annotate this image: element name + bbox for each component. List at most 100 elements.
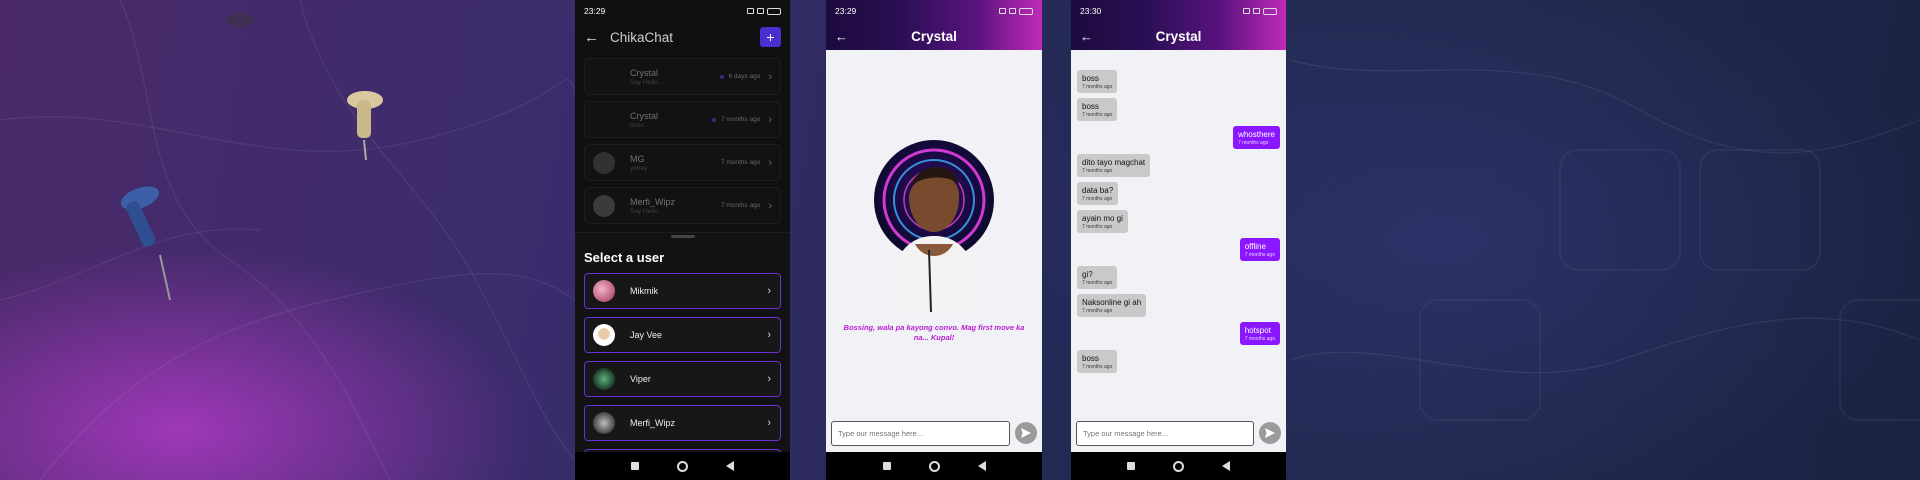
chat-title: Crystal: [911, 28, 957, 44]
message-composer: [1071, 416, 1286, 450]
chevron-right-icon: ›: [767, 285, 771, 297]
back-nav-icon[interactable]: [1222, 461, 1230, 471]
message-time: 7 months ago: [1244, 336, 1275, 342]
status-bar: 23:29: [575, 0, 790, 22]
message-text: Naksonline gi ah: [1082, 298, 1142, 307]
app-title: ChikaChat: [610, 29, 674, 45]
avatar: [593, 412, 615, 434]
status-time: 23:30: [1080, 6, 1102, 16]
status-icons: [747, 7, 781, 15]
system-nav-bar: [826, 452, 1042, 480]
message-text: offline: [1244, 242, 1266, 251]
conversation-name: MG: [630, 153, 645, 164]
signal-icon: [999, 8, 1006, 14]
back-nav-icon[interactable]: [726, 461, 734, 471]
status-icons: [1243, 7, 1277, 15]
avatar: [593, 194, 615, 217]
conversation-name: Merfi_Wipz: [630, 196, 676, 207]
received-message: dito tayo magchat 7 months ago: [1077, 154, 1151, 177]
user-item[interactable]: Viper ›: [584, 361, 781, 397]
message-time: 7 months ago: [1082, 112, 1113, 118]
message-input[interactable]: [831, 420, 1010, 446]
chat-header: 23:29 ← Crystal: [826, 0, 1042, 50]
avatar: [593, 66, 615, 88]
received-message: ayain mo gi 7 months ago: [1077, 210, 1128, 233]
battery-icon: [1263, 7, 1277, 15]
conversation-time: 7 months ago: [720, 159, 761, 166]
recents-icon[interactable]: [631, 462, 639, 470]
conversation-preview: boss: [630, 121, 644, 129]
message-text: gi?: [1082, 270, 1093, 279]
conversation-preview: Say Hello...: [630, 78, 664, 86]
conversation-name: Crystal: [630, 67, 659, 78]
message-text: hotspot: [1244, 326, 1271, 335]
message-composer: [826, 416, 1042, 450]
conversation-item[interactable]: MG yehey 7 months ago ›: [584, 144, 781, 181]
send-button[interactable]: [1015, 422, 1037, 444]
chat-title: Crystal: [1155, 28, 1202, 44]
chevron-right-icon: ›: [768, 113, 772, 126]
recents-icon[interactable]: [882, 462, 891, 470]
back-arrow-icon[interactable]: ←: [584, 29, 602, 46]
pin-cream: [347, 91, 383, 161]
back-nav-icon[interactable]: [977, 461, 986, 471]
conversation-preview: yehey: [630, 164, 648, 172]
recents-icon[interactable]: [1127, 462, 1135, 470]
user-name: Merfi_Wipz: [630, 418, 676, 428]
message-time: 7 months ago: [1082, 308, 1113, 314]
user-item[interactable]: Merfi_Wipz ›: [584, 405, 781, 441]
conversation-list: Crystal Say Hello... 6 days ago › Crysta…: [575, 58, 790, 224]
message-time: 7 months ago: [1238, 140, 1269, 146]
user-item[interactable]: Mikmik ›: [584, 273, 781, 309]
status-bar: 23:29: [826, 0, 1042, 22]
message-time: 7 months ago: [1082, 84, 1113, 90]
conversation-item[interactable]: Crystal boss 7 months ago ›: [584, 101, 781, 138]
conversation-time: 7 months ago: [720, 116, 761, 123]
chevron-right-icon: ›: [768, 199, 772, 212]
send-button[interactable]: [1259, 422, 1281, 444]
message-text: boss: [1082, 74, 1099, 83]
pin-dark: [226, 14, 254, 26]
user-name: Mikmik: [630, 286, 658, 296]
phone-chat-thread: 23:30 ← Crystal boss 7 months ago boss 7 mo…: [1071, 0, 1286, 480]
home-icon[interactable]: [677, 460, 688, 472]
sent-message: whosthere 7 months ago: [1233, 126, 1280, 149]
home-icon[interactable]: [928, 460, 940, 472]
conversation-time: 7 months ago: [720, 202, 761, 209]
user-item[interactable]: Jay Vee ›: [584, 317, 781, 353]
received-message: boss 7 months ago: [1077, 70, 1118, 93]
battery-icon: [1019, 7, 1033, 15]
received-message: boss 7 months ago: [1077, 350, 1118, 373]
received-message: data ba? 7 months ago: [1077, 182, 1119, 205]
message-text: ayain mo gi: [1082, 214, 1123, 223]
message-text: data ba?: [1082, 186, 1114, 195]
conversation-item[interactable]: Merfi_Wipz Say Hello... 7 months ago ›: [584, 187, 781, 224]
signal-icon: [747, 8, 754, 14]
conversation-preview: Say Hello...: [630, 207, 664, 215]
status-icons: [999, 7, 1033, 15]
conversation-item[interactable]: Crystal Say Hello... 6 days ago ›: [584, 58, 781, 95]
home-icon[interactable]: [1173, 460, 1184, 472]
chevron-right-icon: ›: [768, 156, 772, 169]
message-time: 7 months ago: [1082, 224, 1113, 230]
chat-header: 23:30 ← Crystal: [1071, 0, 1286, 50]
avatar: [593, 109, 615, 131]
unread-dot: [719, 74, 724, 79]
status-time: 23:29: [584, 6, 606, 16]
empty-state-message: Bossing, wala pa kayong convo. Mag first…: [843, 323, 1025, 343]
message-input[interactable]: [1076, 420, 1254, 446]
sheet-handle[interactable]: [670, 235, 695, 238]
status-time: 23:29: [835, 6, 857, 16]
user-name: Jay Vee: [630, 330, 663, 340]
phone-chat-list: 23:29 ← ChikaChat + Crystal Say Hello...…: [575, 0, 790, 480]
avatar: [593, 280, 615, 302]
chevron-right-icon: ›: [767, 329, 771, 341]
send-icon: [1021, 428, 1031, 438]
message-list: boss 7 months ago boss 7 months ago whosther…: [1071, 50, 1286, 373]
wifi-icon: [1009, 8, 1016, 14]
new-chat-button[interactable]: +: [760, 27, 781, 47]
message-text: whosthere: [1238, 130, 1275, 139]
wifi-icon: [757, 8, 764, 14]
battery-icon: [767, 7, 781, 15]
conversation-name: Crystal: [630, 110, 659, 121]
